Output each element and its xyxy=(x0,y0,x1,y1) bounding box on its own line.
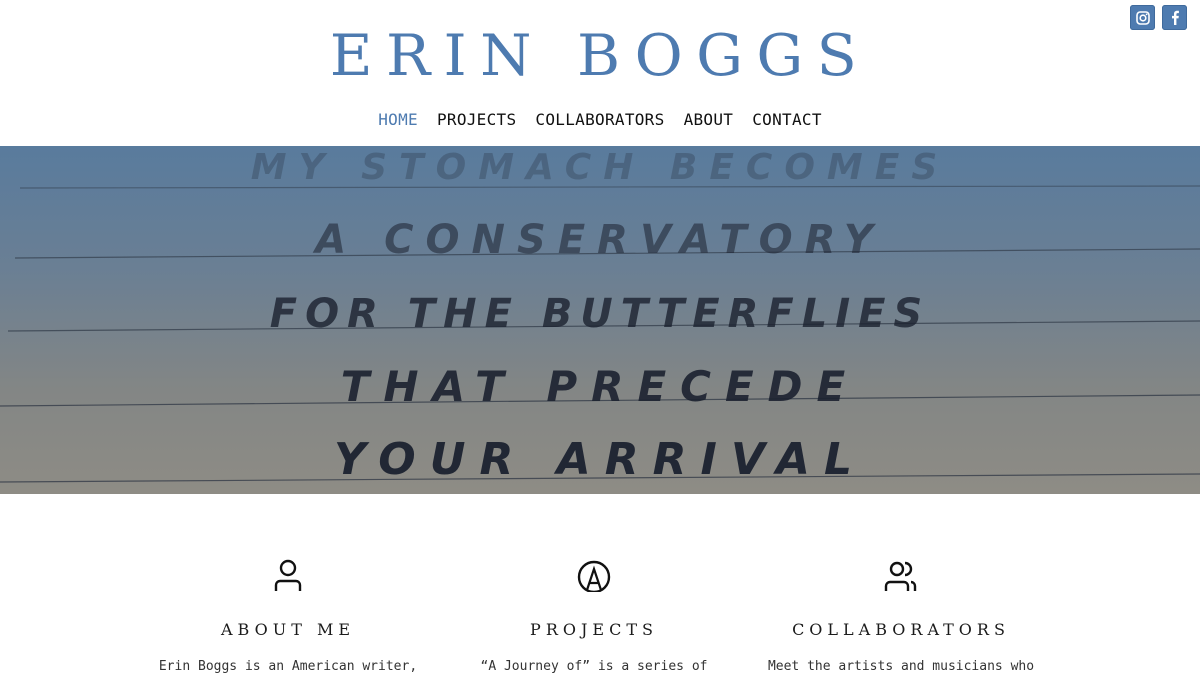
hero-line-1: MY STOMACH BECOMES xyxy=(250,147,950,188)
people-icon xyxy=(884,561,917,591)
site-title[interactable]: ERIN BOGGS xyxy=(0,20,1200,92)
nav-item-home[interactable]: HOME xyxy=(378,110,418,129)
hero-line-2: A CONSERVATORY xyxy=(315,217,885,263)
feature-collaborators: COLLABORATORS Meet the artists and music… xyxy=(741,552,1061,674)
feature-title[interactable]: PROJECTS xyxy=(434,620,754,639)
hero-line-3: FOR THE BUTTERFLIES xyxy=(269,291,931,337)
nav-item-contact[interactable]: CONTACT xyxy=(752,110,822,129)
person-icon xyxy=(274,559,302,591)
feature-projects: PROJECTS “A Journey of” is a series of xyxy=(434,552,754,674)
feature-text: Meet the artists and musicians who xyxy=(767,659,1035,674)
hero-image: MY STOMACH BECOMES A CONSERVATORY FOR TH… xyxy=(0,146,1200,494)
feature-title[interactable]: COLLABORATORS xyxy=(741,620,1061,639)
hero-line-5: YOUR ARRIVAL xyxy=(334,434,866,485)
features-section: ABOUT ME Erin Boggs is an American write… xyxy=(0,552,1200,682)
feature-text: Erin Boggs is an American writer, xyxy=(158,659,418,674)
feature-title[interactable]: ABOUT ME xyxy=(128,620,448,639)
feature-text: “A Journey of” is a series of xyxy=(480,659,708,674)
feature-about: ABOUT ME Erin Boggs is an American write… xyxy=(128,552,448,674)
main-nav: HOME PROJECTS COLLABORATORS ABOUT CONTAC… xyxy=(0,110,1200,129)
nav-item-about[interactable]: ABOUT xyxy=(684,110,734,129)
nav-item-collaborators[interactable]: COLLABORATORS xyxy=(535,110,664,129)
circled-a-icon xyxy=(577,560,611,592)
nav-item-projects[interactable]: PROJECTS xyxy=(437,110,516,129)
hero-line-4: THAT PRECEDE xyxy=(340,362,860,411)
